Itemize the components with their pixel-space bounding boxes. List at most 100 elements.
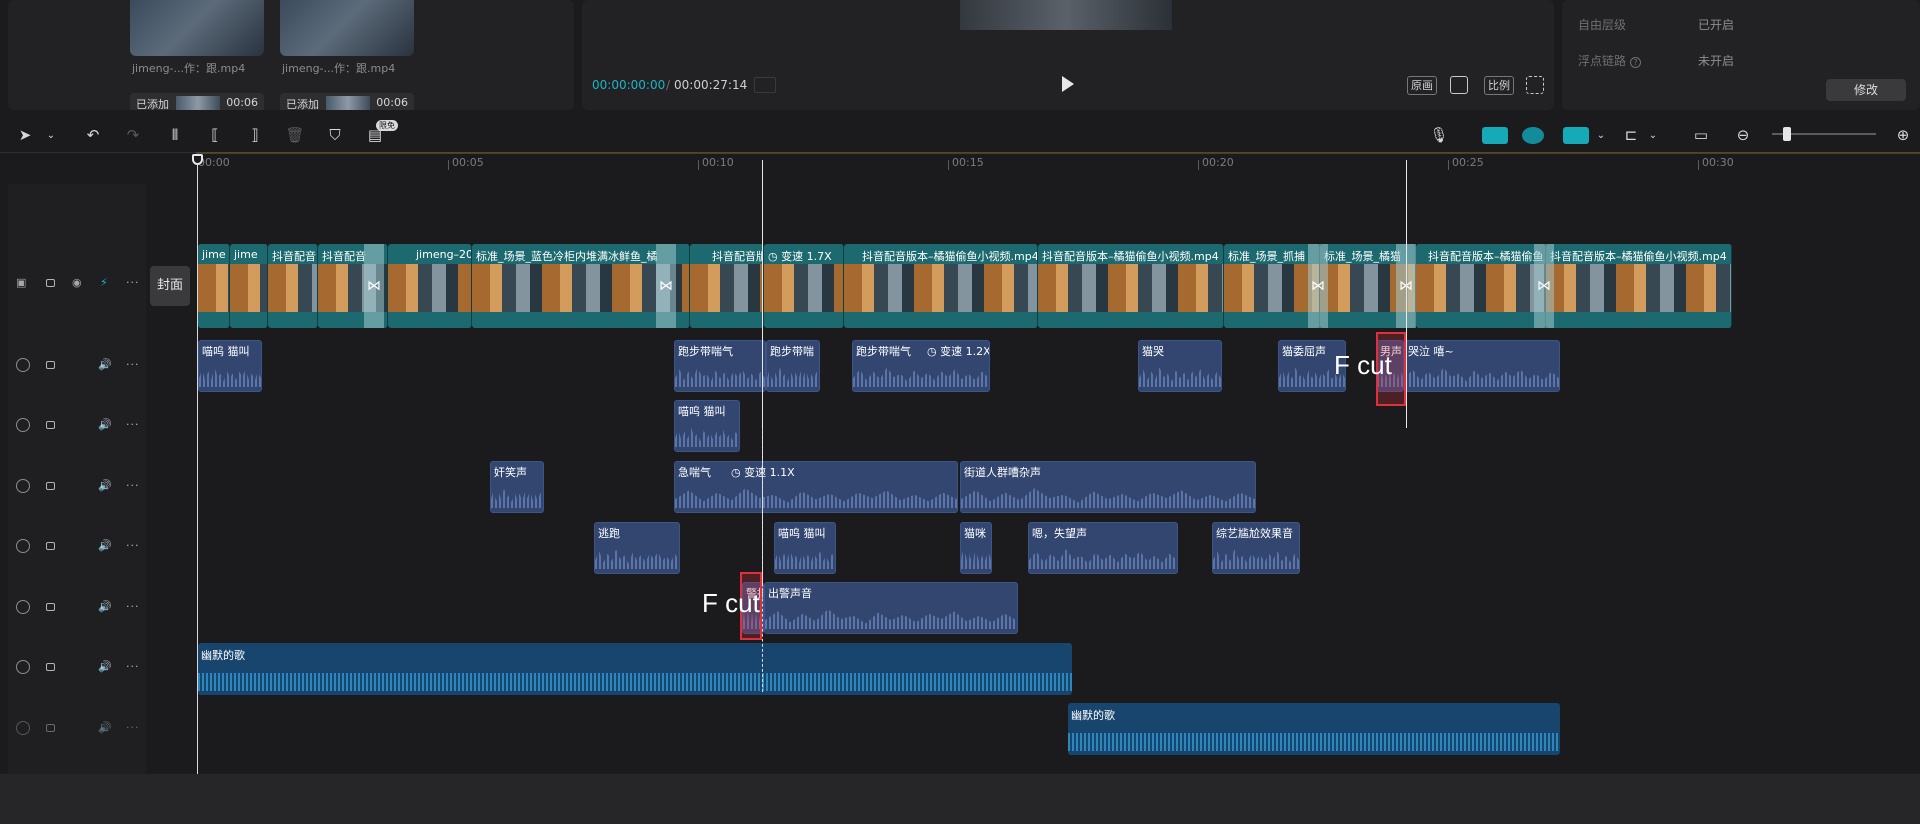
preview-axis-icon[interactable] — [1563, 127, 1589, 144]
media-thumbnail[interactable] — [130, 0, 264, 56]
audio-clip[interactable]: 哭泣 嘻~ — [1404, 340, 1560, 392]
timeline-start-line — [197, 160, 198, 774]
timeline-tracks[interactable]: jime jime 抖音配音 抖音配音 jimeng–2025– 标准_场景_蓝… — [198, 160, 1920, 774]
chevron-down-icon[interactable]: ⌄ — [1642, 124, 1664, 146]
screenshot-icon[interactable] — [1450, 76, 1468, 94]
video-clip[interactable]: 抖音配音版本 — [690, 244, 764, 328]
audio-clip[interactable]: 跑步带喘气 — [674, 340, 766, 392]
playhead-handle[interactable] — [192, 154, 203, 165]
speaker-icon[interactable]: 🔊 — [98, 721, 112, 734]
video-clip[interactable]: ◷ 变速 1.7X — [764, 244, 844, 328]
split-right-icon[interactable]: ⟧ — [244, 124, 266, 146]
time-ruler[interactable]: 00:00 00:05 00:10 00:15 00:20 00:25 00:3… — [198, 154, 1920, 172]
media-name: jimeng-...作：跟.mp4 — [132, 62, 246, 75]
transition-icon[interactable]: ⋈ — [364, 244, 384, 328]
media-duration: 00:06 — [376, 96, 408, 109]
play-icon[interactable] — [1062, 76, 1074, 92]
more-icon[interactable]: ··· — [126, 358, 140, 371]
split-left-icon[interactable]: ⟦ — [204, 124, 226, 146]
video-clip[interactable]: 抖音配音版本–橘猫偷鱼小视频.mp4 — [1038, 244, 1224, 328]
zoom-out-icon[interactable]: ⊖ — [1732, 124, 1754, 146]
speaker-icon[interactable]: 🔊 — [98, 418, 112, 431]
lock-icon[interactable] — [46, 542, 55, 550]
media-thumbnail[interactable] — [280, 0, 414, 56]
marker-icon[interactable]: ⛉ — [324, 124, 346, 146]
redo-icon[interactable]: ↷ — [122, 124, 144, 146]
audio-link-icon[interactable]: ⚡ — [100, 276, 108, 289]
undo-icon[interactable]: ↶ — [82, 124, 104, 146]
video-clip[interactable]: 抖音配音版本–橘猫偷鱼 — [1416, 244, 1546, 328]
speaker-icon[interactable]: 🔊 — [98, 539, 112, 552]
fullscreen-icon[interactable] — [1526, 76, 1544, 94]
original-quality-button[interactable]: 原画 — [1407, 76, 1437, 95]
audio-clip[interactable]: 跑步带喘气 ◷ 变速 1.2X — [852, 340, 990, 392]
microphone-icon[interactable]: 🎙 — [1428, 124, 1450, 146]
more-icon[interactable]: ··· — [126, 479, 140, 492]
timecode-separator: / — [666, 78, 671, 92]
speaker-icon[interactable]: 🔊 — [98, 358, 112, 371]
music-clip[interactable]: 幽默的歌 — [1068, 703, 1560, 755]
lock-icon[interactable] — [46, 361, 55, 369]
lock-icon[interactable] — [46, 724, 55, 732]
property-value: 已开启 — [1698, 18, 1735, 32]
media-added-badge: 已添加 00:06 — [130, 93, 264, 110]
lock-icon[interactable] — [46, 279, 55, 287]
lock-icon[interactable] — [46, 663, 55, 671]
trash-icon[interactable]: 🗑 — [284, 124, 306, 146]
preview-window-icon[interactable]: ▭ — [1690, 124, 1712, 146]
audio-clip[interactable]: 逃跑 — [594, 522, 680, 574]
audio-clip[interactable]: 喵呜 猫叫 — [774, 522, 836, 574]
layout-icon[interactable]: ⊏ — [1620, 124, 1642, 146]
magnet-snap-icon[interactable] — [1482, 127, 1508, 144]
audio-clip[interactable]: 奸笑声 — [490, 461, 544, 513]
linkage-icon[interactable] — [1522, 127, 1544, 144]
help-icon[interactable]: ? — [1630, 57, 1642, 68]
audio-clip[interactable]: 急喘气 ◷ 变速 1.1X — [674, 461, 958, 513]
ratio-button[interactable]: 比例 — [1484, 76, 1514, 95]
audio-clip[interactable]: 跑步带喘 — [766, 340, 820, 392]
audio-clip[interactable]: 街道人群嘈杂声 — [960, 461, 1256, 513]
video-clip[interactable]: 抖音配音版本–橘猫偷鱼小视频.mp4 — [844, 244, 1038, 328]
speaker-icon[interactable]: 🔊 — [98, 660, 112, 673]
playhead[interactable] — [1406, 160, 1407, 428]
chevron-down-icon[interactable]: ⌄ — [1590, 124, 1612, 146]
more-icon[interactable]: ··· — [126, 660, 140, 673]
audio-clip[interactable]: 喵呜 猫叫 — [674, 400, 740, 452]
edit-button[interactable]: 修改 — [1826, 79, 1906, 101]
transition-icon[interactable]: ⋈ — [1534, 244, 1554, 328]
zoom-slider-handle[interactable] — [1783, 127, 1791, 141]
eye-icon[interactable]: ◉ — [72, 276, 82, 289]
audio-clip[interactable]: 嗯，失望声 — [1028, 522, 1178, 574]
ruler-tick — [448, 160, 449, 170]
split-icon[interactable]: ⫴ — [164, 124, 186, 146]
audio-clip[interactable]: 猫咪 — [960, 522, 992, 574]
more-icon[interactable]: ··· — [126, 721, 140, 734]
audio-clip[interactable]: 猫哭 — [1138, 340, 1222, 392]
video-clip[interactable]: 标准_场景_抓捕 — [1224, 244, 1320, 328]
transition-icon[interactable]: ⋈ — [656, 244, 676, 328]
lock-icon[interactable] — [46, 482, 55, 490]
video-clip[interactable]: jimeng–2025– — [388, 244, 472, 328]
video-clip[interactable]: 抖音配音版本–橘猫偷鱼小视频.mp4 — [1546, 244, 1732, 328]
cursor-arrow-icon[interactable]: ➤ — [14, 124, 36, 146]
chevron-down-icon[interactable]: ⌄ — [40, 124, 62, 146]
more-icon[interactable]: ··· — [126, 539, 140, 552]
speaker-icon[interactable]: 🔊 — [98, 600, 112, 613]
audio-clip[interactable]: 喵呜 猫叫 — [198, 340, 262, 392]
audio-clip[interactable]: 综艺尴尬效果音 — [1212, 522, 1300, 574]
grid-icon[interactable] — [754, 77, 776, 93]
speaker-icon[interactable]: 🔊 — [98, 479, 112, 492]
lock-icon[interactable] — [46, 603, 55, 611]
transition-icon[interactable]: ⋈ — [1308, 244, 1328, 328]
cover-button[interactable]: 封面 — [150, 266, 190, 306]
more-icon[interactable]: ··· — [126, 276, 140, 289]
video-clip[interactable]: jime — [230, 244, 268, 328]
zoom-in-icon[interactable]: ⊕ — [1892, 124, 1914, 146]
more-icon[interactable]: ··· — [126, 418, 140, 431]
music-clip[interactable]: 幽默的歌 — [198, 643, 1072, 695]
video-clip[interactable]: jime — [198, 244, 230, 328]
audio-clip[interactable]: 出警声音 — [764, 582, 1018, 634]
more-icon[interactable]: ··· — [126, 600, 140, 613]
video-clip[interactable]: 抖音配音 — [268, 244, 318, 328]
lock-icon[interactable] — [46, 421, 55, 429]
